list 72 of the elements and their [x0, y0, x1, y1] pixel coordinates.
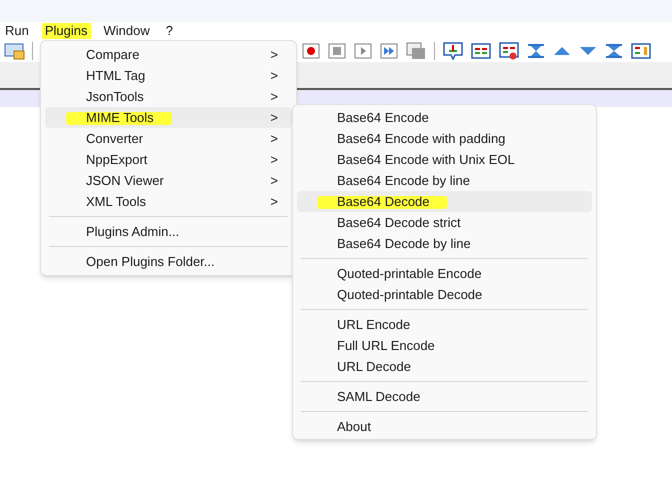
menu-item-label: About [337, 418, 371, 436]
menu-item[interactable]: Full URL Encode [297, 335, 592, 356]
menu-item[interactable]: Quoted-printable Encode [297, 263, 592, 284]
menu-item-label: URL Decode [337, 358, 411, 376]
menu-item[interactable]: Base64 Encode with Unix EOL [297, 149, 592, 170]
menu-item-label: JSON Viewer [86, 172, 164, 190]
menu-item[interactable]: Quoted-printable Decode [297, 284, 592, 305]
menu-item-label: Open Plugins Folder... [86, 252, 215, 271]
menu-item[interactable]: Base64 Encode [297, 107, 592, 128]
fast-forward-icon[interactable] [380, 43, 398, 59]
menu-item[interactable]: About [297, 416, 592, 437]
speech-bubble-icon[interactable] [443, 42, 463, 60]
menu-item-label: URL Encode [337, 316, 410, 334]
submenu-arrow: > [270, 150, 278, 169]
menu-item[interactable]: Compare > [45, 44, 292, 65]
collapse-icon[interactable] [527, 44, 545, 58]
submenu-arrow: > [270, 46, 278, 64]
menu-item[interactable]: Converter > [45, 128, 292, 149]
menu-item[interactable]: Base64 Encode with padding [297, 128, 592, 149]
menu-item-label: SAML Decode [337, 388, 420, 406]
menu-item-label: Plugins Admin... [86, 222, 180, 241]
menu-item[interactable]: Base64 Encode by line [297, 170, 592, 191]
menu-item[interactable]: Base64 Decode strict [297, 212, 592, 233]
submenu-arrow: > [270, 172, 278, 190]
menu-item-label: Base64 Encode with padding [337, 130, 506, 148]
list-icon[interactable] [406, 42, 426, 60]
stop-icon[interactable] [328, 43, 346, 59]
menu-item-label: NppExport [86, 150, 148, 169]
menu-item-label: JsonTools [86, 88, 144, 106]
menu-bar-item[interactable]: Run [2, 23, 32, 39]
menu-item[interactable]: XML Tools > [45, 191, 292, 212]
menu-item-label: MIME Tools [86, 108, 154, 127]
menu-item-label: HTML Tag [86, 66, 146, 85]
menu-item[interactable]: JsonTools > [45, 86, 292, 107]
play-icon[interactable] [354, 43, 372, 59]
menu-item-label: Base64 Decode strict [337, 214, 461, 232]
submenu-arrow: > [270, 108, 278, 127]
submenu-arrow: > [270, 88, 278, 106]
menu-item[interactable]: SAML Decode [297, 386, 592, 407]
table-icon[interactable] [471, 43, 491, 59]
menu-item[interactable]: NppExport > [45, 149, 292, 170]
menu-bar-item[interactable]: ? [162, 23, 176, 39]
menu-item[interactable]: JSON Viewer > [45, 170, 292, 191]
menu-item[interactable]: Base64 Decode [297, 191, 592, 212]
menu-item[interactable]: Open Plugins Folder... [45, 251, 292, 272]
submenu-arrow: > [270, 192, 278, 211]
menu-item-label: XML Tools [86, 192, 146, 211]
menu-item-label: Quoted-printable Encode [337, 264, 482, 283]
expand-icon[interactable] [605, 44, 623, 58]
menu-bar-item[interactable]: Plugins [42, 23, 90, 39]
record-icon[interactable] [302, 43, 320, 59]
menu-item[interactable]: URL Encode [297, 314, 592, 335]
menu-item-label: Converter [86, 130, 144, 148]
menu-bar-item[interactable]: Window [100, 23, 153, 39]
menu-item-label: Base64 Decode by line [337, 234, 471, 253]
menu-item-label: Full URL Encode [337, 336, 435, 355]
columns-icon[interactable] [631, 43, 651, 59]
submenu-arrow: > [270, 130, 278, 148]
menu-item-label: Base64 Encode [337, 108, 429, 127]
menu-item-label: Base64 Decode [337, 192, 430, 211]
table-icon[interactable] [499, 42, 519, 60]
up-arrow-icon[interactable] [553, 46, 571, 56]
submenu-arrow: > [270, 66, 278, 85]
menu-item[interactable]: Base64 Decode by line [297, 233, 592, 254]
menu-item-label: Compare [86, 46, 140, 64]
menu-item[interactable]: Plugins Admin... [45, 221, 292, 242]
down-arrow-icon[interactable] [579, 46, 597, 56]
menu-item-label: Base64 Encode with Unix EOL [337, 150, 515, 169]
menu-item[interactable]: URL Decode [297, 356, 592, 377]
menu-item[interactable]: MIME Tools > [45, 107, 292, 128]
menu-item-label: Quoted-printable Decode [337, 286, 482, 304]
menu-item-label: Base64 Encode by line [337, 172, 470, 190]
